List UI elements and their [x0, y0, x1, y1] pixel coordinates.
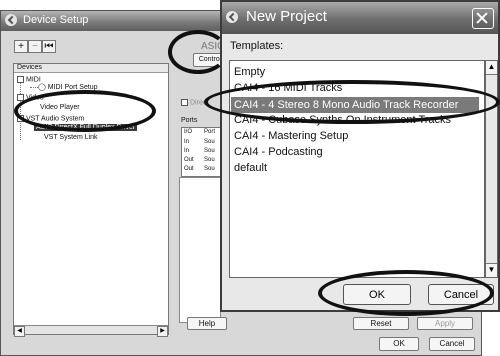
device-ok-button[interactable]: OK	[379, 337, 419, 351]
ports-cell: In	[184, 148, 190, 154]
devices-header: Devices	[14, 64, 168, 73]
help-button[interactable]: Help	[187, 317, 227, 330]
highlight-oval-selected-template	[204, 80, 500, 124]
remove-device-button[interactable]: −	[28, 40, 42, 53]
new-project-dialog: New Project Templates: Empty CAI4 - 16 M…	[220, 0, 500, 312]
ports-column-header: Port	[204, 129, 216, 135]
new-project-title: New Project	[246, 8, 327, 25]
collapse-icon[interactable]	[17, 76, 24, 83]
scroll-left-icon[interactable]: ◀	[14, 326, 25, 337]
template-item-podcasting[interactable]: CAI4 - Podcasting	[234, 146, 323, 158]
devices-horizontal-scrollbar[interactable]: ◀ ▶	[14, 325, 168, 337]
reset-button[interactable]: Reset	[353, 317, 409, 330]
checkbox-icon[interactable]	[181, 99, 188, 106]
ports-label: Ports	[181, 117, 198, 124]
template-item-mastering-setup[interactable]: CAI4 - Mastering Setup	[234, 130, 348, 142]
ports-cell: Sou	[204, 139, 215, 145]
scroll-up-icon[interactable]: ▲	[486, 61, 497, 75]
device-setup-title: Device Setup	[23, 14, 89, 26]
tree-item-label: VST System Link	[44, 134, 98, 141]
ports-cell: Sou	[204, 157, 215, 163]
apply-button[interactable]: Apply	[417, 317, 473, 330]
chevron-icon	[5, 14, 17, 26]
ports-table: I/O Port In Sou In Sou Out Sou Out Sou	[181, 127, 223, 177]
ports-table-body	[179, 177, 221, 323]
new-project-title-bar[interactable]: New Project	[222, 2, 498, 34]
midi-port-icon: ◯	[38, 84, 48, 91]
scroll-right-icon[interactable]: ▶	[157, 326, 168, 337]
highlight-oval-ok-button	[318, 270, 494, 316]
highlight-oval-control-panel	[168, 30, 228, 74]
ports-cell: Sou	[204, 166, 215, 172]
template-item-empty[interactable]: Empty	[234, 66, 265, 78]
ports-column-header: I/O	[184, 129, 193, 135]
chevron-icon	[226, 11, 238, 23]
tree-item-vst-system-link[interactable]: VST System Link	[44, 134, 98, 141]
ports-cell: Out	[184, 166, 194, 172]
templates-label: Templates:	[230, 40, 284, 52]
highlight-oval-asio-driver	[14, 90, 156, 132]
device-cancel-button[interactable]: Cancel	[429, 337, 475, 351]
direct-monitoring-checkbox[interactable]: Direc	[181, 99, 206, 106]
reset-device-button[interactable]: ⏮	[42, 40, 56, 53]
ports-cell: Sou	[204, 148, 215, 154]
scroll-down-icon[interactable]: ▼	[486, 263, 497, 277]
ports-cell: Out	[184, 157, 194, 163]
add-device-button[interactable]: +	[14, 40, 28, 53]
ports-cell: In	[184, 139, 190, 145]
template-item-default[interactable]: default	[234, 162, 267, 174]
close-icon[interactable]	[472, 8, 494, 29]
